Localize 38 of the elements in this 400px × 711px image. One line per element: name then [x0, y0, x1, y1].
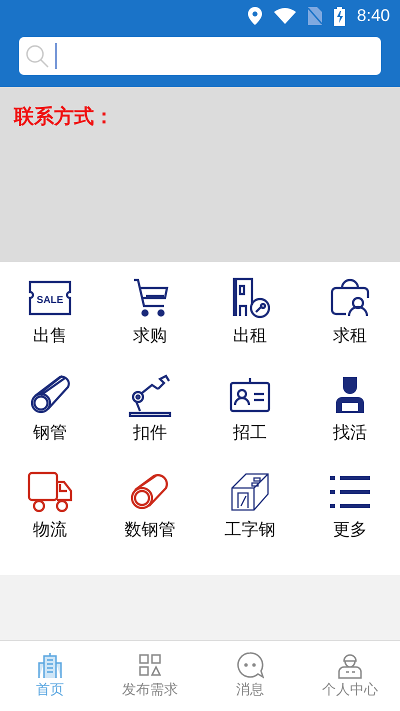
category-label: 求租 — [333, 325, 367, 347]
chat-icon — [236, 651, 264, 679]
nav-tab[interactable]: 发布需求 — [100, 641, 200, 711]
nav-tab[interactable]: 消息 — [200, 641, 300, 711]
category-item[interactable]: 求租 — [300, 272, 400, 369]
building-icon — [36, 651, 64, 679]
category-label: 出售 — [33, 325, 67, 347]
category-item[interactable]: 找活 — [300, 369, 400, 466]
category-item[interactable]: 出租 — [200, 272, 300, 369]
text-cursor-icon — [55, 43, 57, 69]
category-item[interactable]: 求购 — [100, 272, 200, 369]
category-label: 钢管 — [33, 422, 67, 444]
nav-tab[interactable]: 个人中心 — [300, 641, 400, 711]
category-label: 更多 — [333, 519, 367, 541]
status-time: 8:40 — [356, 6, 390, 26]
no-sim-icon — [308, 7, 322, 25]
wifi-icon — [274, 8, 296, 24]
category-item[interactable]: 物流 — [0, 466, 100, 563]
location-icon — [248, 7, 262, 25]
category-item[interactable]: 工字钢 — [200, 466, 300, 563]
category-item[interactable]: 招工 — [200, 369, 300, 466]
contact-heading: 联系方式： — [14, 104, 114, 128]
category-label: 求购 — [133, 325, 167, 347]
category-item[interactable]: SALE 出售 — [0, 272, 100, 369]
category-label: 物流 — [33, 519, 67, 541]
battery-charging-icon — [334, 6, 345, 26]
category-label: 招工 — [233, 422, 267, 444]
search-icon — [25, 44, 49, 68]
category-label: 找活 — [333, 422, 367, 444]
category-item[interactable]: 更多 — [300, 466, 400, 563]
category-item[interactable]: 数钢管 — [100, 466, 200, 563]
category-item[interactable]: 扣件 — [100, 369, 200, 466]
category-label: 出租 — [233, 325, 267, 347]
category-label: 数钢管 — [124, 519, 176, 541]
category-label: 扣件 — [133, 422, 167, 444]
category-item[interactable]: 钢管 — [0, 369, 100, 466]
category-label: 工字钢 — [224, 519, 276, 541]
search-field[interactable] — [19, 37, 381, 75]
